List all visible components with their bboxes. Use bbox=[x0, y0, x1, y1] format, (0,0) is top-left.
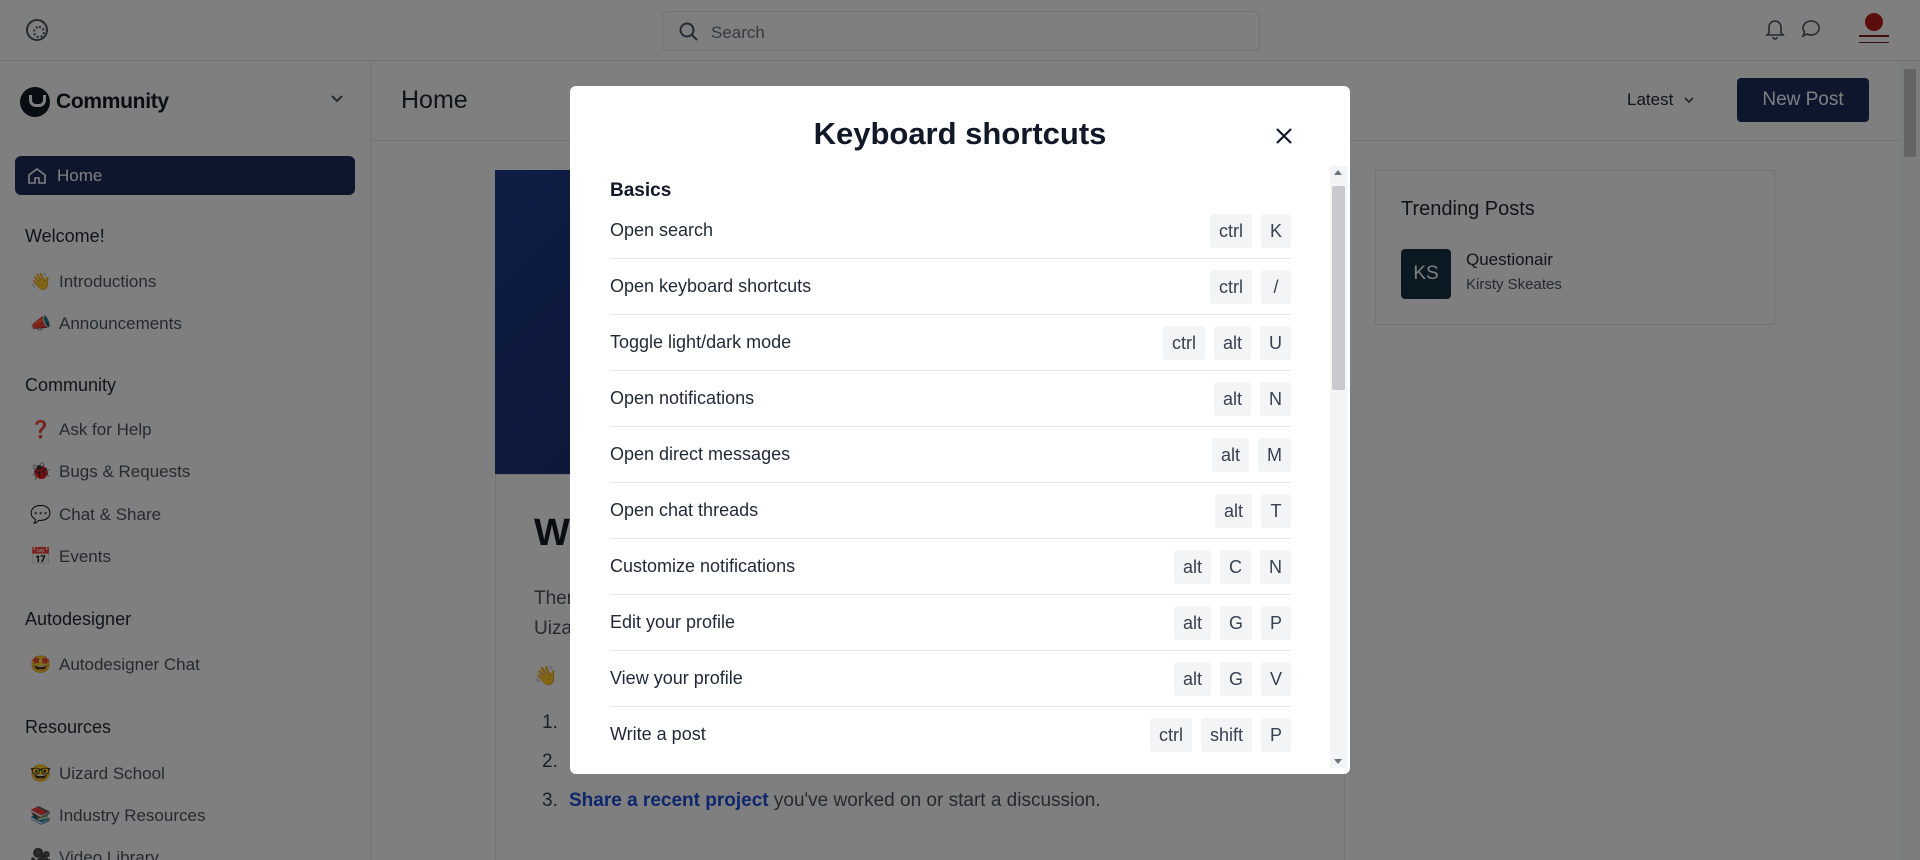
shortcut-label: Toggle light/dark mode bbox=[610, 332, 792, 352]
key-cap: T bbox=[1261, 494, 1291, 528]
key-cap: N bbox=[1260, 382, 1291, 416]
key-cap: alt bbox=[1211, 438, 1249, 472]
shortcut-row: View your profile alt G V bbox=[610, 651, 1291, 707]
close-icon[interactable] bbox=[1270, 122, 1298, 150]
shortcut-row: Toggle light/dark mode ctrl alt U bbox=[610, 315, 1291, 371]
shortcut-label: Customize notifications bbox=[610, 556, 796, 576]
shortcut-label: Write a post bbox=[610, 724, 706, 744]
key-cap: G bbox=[1219, 606, 1252, 640]
shortcut-label: View your profile bbox=[610, 668, 743, 688]
key-cap: U bbox=[1260, 326, 1291, 360]
keyboard-shortcuts-modal: Keyboard shortcuts Basics Open search ct… bbox=[570, 86, 1350, 774]
key-cap: alt bbox=[1173, 606, 1211, 640]
shortcut-row: Customize notifications alt C N bbox=[610, 539, 1291, 595]
key-cap: V bbox=[1260, 662, 1291, 696]
shortcut-label: Open keyboard shortcuts bbox=[610, 276, 812, 296]
key-cap: ctrl bbox=[1149, 718, 1192, 752]
scroll-up-arrow-icon[interactable] bbox=[1334, 170, 1342, 175]
shortcut-row: Open search ctrl K bbox=[610, 203, 1291, 259]
key-cap: P bbox=[1260, 606, 1291, 640]
modal-scrollbar[interactable] bbox=[1330, 166, 1347, 768]
key-cap: shift bbox=[1200, 718, 1252, 752]
key-cap: N bbox=[1260, 550, 1291, 584]
shortcut-row: Open chat threads alt T bbox=[610, 483, 1291, 539]
key-cap: / bbox=[1261, 270, 1291, 304]
shortcut-row: Open keyboard shortcuts ctrl / bbox=[610, 259, 1291, 315]
key-cap: P bbox=[1260, 718, 1291, 752]
shortcut-label: Open chat threads bbox=[610, 500, 759, 520]
section-title: Basics bbox=[610, 180, 672, 201]
shortcut-row: Write a post ctrl shift P bbox=[610, 707, 1291, 763]
key-cap: ctrl bbox=[1209, 214, 1252, 248]
shortcut-label: Open direct messages bbox=[610, 444, 791, 464]
shortcut-row: Open direct messages alt M bbox=[610, 427, 1291, 483]
key-cap: ctrl bbox=[1210, 270, 1252, 304]
scrollbar-thumb[interactable] bbox=[1332, 186, 1345, 390]
shortcut-row: Open notifications alt N bbox=[610, 371, 1291, 427]
key-cap: K bbox=[1260, 214, 1291, 248]
key-cap: M bbox=[1258, 438, 1291, 472]
key-cap: alt bbox=[1214, 494, 1252, 528]
key-cap: alt bbox=[1213, 326, 1251, 360]
key-cap: ctrl bbox=[1162, 326, 1205, 360]
shortcut-row: Edit your profile alt G P bbox=[610, 595, 1291, 651]
shortcut-label: Edit your profile bbox=[610, 612, 736, 632]
key-cap: alt bbox=[1173, 662, 1211, 696]
key-cap: alt bbox=[1173, 550, 1211, 584]
key-cap: alt bbox=[1213, 382, 1251, 416]
key-cap: G bbox=[1219, 662, 1252, 696]
scroll-down-arrow-icon[interactable] bbox=[1334, 759, 1342, 764]
shortcut-label: Open notifications bbox=[610, 388, 755, 408]
modal-title: Keyboard shortcuts bbox=[813, 116, 1107, 151]
key-cap: C bbox=[1220, 550, 1251, 584]
shortcut-label: Open search bbox=[610, 220, 714, 240]
